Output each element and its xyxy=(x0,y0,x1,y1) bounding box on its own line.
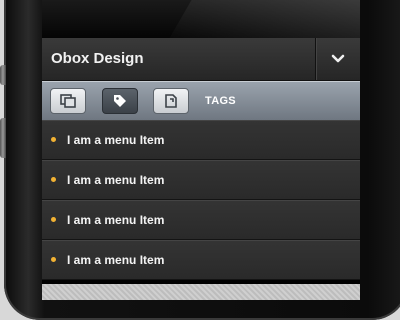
document-icon xyxy=(165,94,177,108)
tag-icon xyxy=(114,95,126,107)
menu-item-label: I am a menu Item xyxy=(67,212,165,227)
list-item[interactable]: I am a menu Item xyxy=(42,200,360,240)
tab-bar: TAGS xyxy=(42,81,360,121)
list-item[interactable]: I am a menu Item xyxy=(42,240,360,280)
mute-switch xyxy=(0,65,6,85)
bullet-icon xyxy=(51,217,56,222)
tab-section-label: TAGS xyxy=(205,95,236,107)
list-item[interactable]: I am a menu Item xyxy=(42,160,360,200)
bullet-icon xyxy=(51,137,56,142)
volume-button xyxy=(0,118,6,158)
menu-item-label: I am a menu Item xyxy=(67,132,165,147)
bullet-icon xyxy=(51,177,56,182)
chevron-down-icon xyxy=(331,54,345,63)
pages-icon xyxy=(60,94,76,108)
menu-list: I am a menu Item I am a menu Item I am a… xyxy=(42,120,360,280)
tab-tags[interactable] xyxy=(102,88,138,114)
tab-documents[interactable] xyxy=(153,88,189,114)
page-title: Obox Design xyxy=(51,50,144,67)
screen-gloss xyxy=(42,0,360,38)
header-bar: Obox Design xyxy=(42,38,360,81)
menu-toggle-button[interactable] xyxy=(315,38,360,80)
menu-item-label: I am a menu Item xyxy=(67,172,165,187)
content-background xyxy=(42,284,360,300)
screen: Obox Design TAGS I am a menu Item I am a… xyxy=(42,0,360,300)
bullet-icon xyxy=(51,257,56,262)
list-item[interactable]: I am a menu Item xyxy=(42,120,360,160)
tab-pages[interactable] xyxy=(50,88,86,114)
menu-item-label: I am a menu Item xyxy=(67,252,165,267)
